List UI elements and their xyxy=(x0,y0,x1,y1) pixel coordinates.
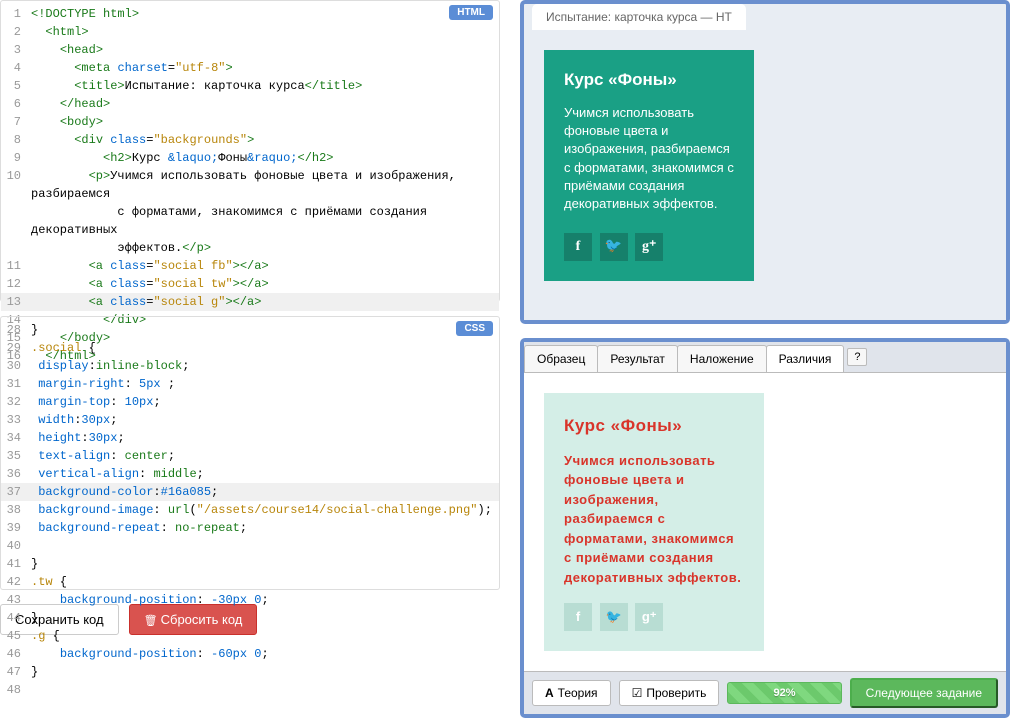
css-badge: CSS xyxy=(456,321,493,336)
code-line[interactable]: 2 <html> xyxy=(1,23,499,41)
code-line[interactable]: 35 text-align: center; xyxy=(1,447,499,465)
code-line[interactable]: 42.tw { xyxy=(1,573,499,591)
progress-label: 92% xyxy=(773,687,795,699)
course-card: Курс «Фоны» Учимся использовать фоновые … xyxy=(544,50,754,281)
diff-tab-0[interactable]: Образец xyxy=(524,345,598,372)
code-line[interactable]: 47} xyxy=(1,663,499,681)
code-line[interactable]: 46 background-position: -60px 0; xyxy=(1,645,499,663)
code-line[interactable]: 48 xyxy=(1,681,499,699)
twitter-icon[interactable]: 🐦 xyxy=(600,233,628,261)
code-line[interactable]: 36 vertical-align: middle; xyxy=(1,465,499,483)
code-line[interactable]: 9 <h2>Курс &laquo;Фоны&raquo;</h2> xyxy=(1,149,499,167)
bottom-bar: Теория Проверить 92% Следующее задание xyxy=(524,671,1006,714)
diff-panel: ОбразецРезультатНаложениеРазличия? Курс … xyxy=(520,338,1010,718)
code-line[interactable]: 6 </head> xyxy=(1,95,499,113)
code-line[interactable]: 13 <a class="social g"></a> xyxy=(1,293,499,311)
diff-tab-2[interactable]: Наложение xyxy=(677,345,767,372)
diff-tabs: ОбразецРезультатНаложениеРазличия? xyxy=(524,342,1006,373)
preview-panel: Испытание: карточка курса — HT Курс «Фон… xyxy=(520,0,1010,324)
progress-bar: 92% xyxy=(727,682,841,704)
code-line[interactable]: 39 background-repeat: no-repeat; xyxy=(1,519,499,537)
code-line[interactable]: 1<!DOCTYPE html> xyxy=(1,5,499,23)
diff-google-icon: g⁺ xyxy=(635,603,663,631)
code-line[interactable]: 45.g { xyxy=(1,627,499,645)
code-line[interactable]: 4 <meta charset="utf-8"> xyxy=(1,59,499,77)
code-line[interactable]: 31 margin-right: 5px ; xyxy=(1,375,499,393)
code-line[interactable]: 44} xyxy=(1,609,499,627)
check-button[interactable]: Проверить xyxy=(619,680,720,706)
diff-facebook-icon: f xyxy=(564,603,592,631)
preview-tab: Испытание: карточка курса — HT xyxy=(532,4,746,30)
code-line[interactable]: 40 xyxy=(1,537,499,555)
code-line[interactable]: 7 <body> xyxy=(1,113,499,131)
code-line[interactable]: 43 background-position: -30px 0; xyxy=(1,591,499,609)
facebook-icon[interactable]: f xyxy=(564,233,592,261)
diff-twitter-icon: 🐦 xyxy=(600,603,628,631)
theory-button[interactable]: Теория xyxy=(532,680,611,706)
html-editor[interactable]: HTML 1<!DOCTYPE html>2 <html>3 <head>4 <… xyxy=(0,0,500,302)
code-line[interactable]: 38 background-image: url("/assets/course… xyxy=(1,501,499,519)
html-code-area[interactable]: 1<!DOCTYPE html>2 <html>3 <head>4 <meta … xyxy=(1,1,499,301)
diff-text: Учимся использовать фоновые цвета и изоб… xyxy=(564,451,744,588)
code-line[interactable]: 30 display:inline-block; xyxy=(1,357,499,375)
css-code-area[interactable]: 28}29.social {30 display:inline-block;31… xyxy=(1,317,499,589)
code-line[interactable]: 11 <a class="social fb"></a> xyxy=(1,257,499,275)
google-icon[interactable]: g⁺ xyxy=(635,233,663,261)
html-badge: HTML xyxy=(449,5,493,20)
next-button[interactable]: Следующее задание xyxy=(850,678,998,708)
css-editor[interactable]: CSS 28}29.social {30 display:inline-bloc… xyxy=(0,316,500,590)
diff-tab-1[interactable]: Результат xyxy=(597,345,678,372)
code-line[interactable]: 41} xyxy=(1,555,499,573)
code-line[interactable]: 28} xyxy=(1,321,499,339)
code-line[interactable]: 3 <head> xyxy=(1,41,499,59)
code-line[interactable]: 5 <title>Испытание: карточка курса</titl… xyxy=(1,77,499,95)
help-button[interactable]: ? xyxy=(847,348,867,366)
code-line[interactable]: 33 width:30px; xyxy=(1,411,499,429)
code-line[interactable]: 34 height:30px; xyxy=(1,429,499,447)
diff-title: Курс «Фоны» xyxy=(564,413,744,439)
diff-tab-3[interactable]: Различия xyxy=(766,345,845,372)
code-line[interactable]: 10 <p>Учимся использовать фоновые цвета … xyxy=(1,167,499,257)
code-line[interactable]: 32 margin-top: 10px; xyxy=(1,393,499,411)
course-text: Учимся использовать фоновые цвета и изоб… xyxy=(564,104,734,213)
code-line[interactable]: 37 background-color:#16a085; xyxy=(1,483,499,501)
code-line[interactable]: 8 <div class="backgrounds"> xyxy=(1,131,499,149)
course-title: Курс «Фоны» xyxy=(564,70,734,90)
code-line[interactable]: 12 <a class="social tw"></a> xyxy=(1,275,499,293)
code-line[interactable]: 29.social { xyxy=(1,339,499,357)
diff-card: Курс «Фоны» Учимся использовать фоновые … xyxy=(544,393,764,651)
